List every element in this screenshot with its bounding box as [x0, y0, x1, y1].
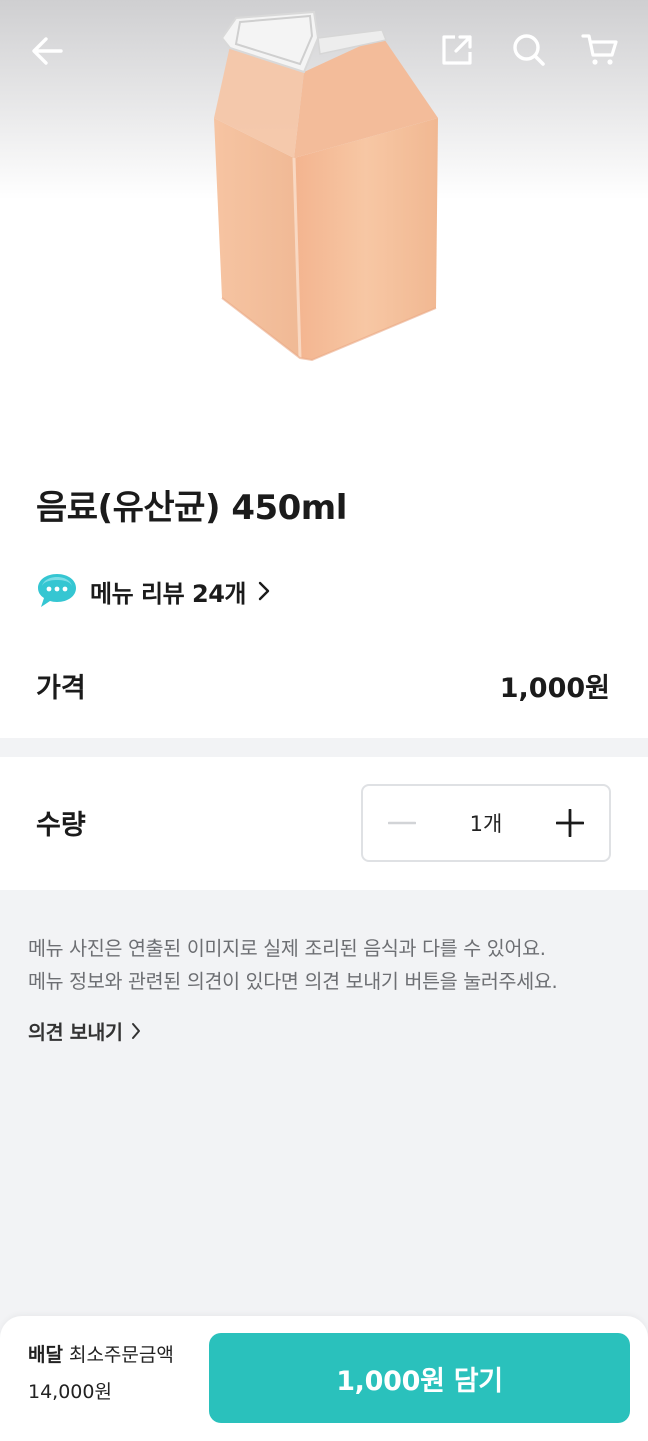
menu-notice: 메뉴 사진은 연출된 이미지로 실제 조리된 음식과 다를 수 있어요. 메뉴 …: [28, 932, 628, 998]
price-value: 1,000원: [499, 673, 610, 704]
top-navigation-bar: [0, 0, 648, 100]
add-to-cart-button[interactable]: 1,000원 담기: [209, 1333, 630, 1423]
minus-icon: [388, 821, 416, 825]
quantity-stepper: 1개: [361, 784, 611, 862]
min-order-value: 14,000원: [28, 1381, 112, 1403]
chat-bubble-icon: [38, 574, 76, 607]
arrow-left-icon: [32, 37, 63, 65]
decrease-button[interactable]: [363, 786, 441, 860]
search-button[interactable]: [504, 25, 554, 75]
chevron-right-icon: [258, 581, 270, 601]
share-icon: [442, 35, 472, 65]
min-order-label: 최소주문금액: [68, 1344, 174, 1366]
minimum-order-info: 배달 최소주문금액 14,000원: [28, 1340, 174, 1404]
product-title: 음료(유산균) 450ml: [36, 488, 347, 528]
quantity-section: 수량 1개: [0, 757, 648, 890]
quantity-label: 수량: [36, 810, 86, 841]
notice-line-1: 메뉴 사진은 연출된 이미지로 실제 조리된 음식과 다를 수 있어요.: [28, 937, 546, 960]
delivery-label: 배달: [28, 1344, 63, 1366]
quantity-value: 1개: [469, 812, 503, 836]
min-order-line: 배달 최소주문금액: [28, 1340, 174, 1367]
back-button[interactable]: [22, 26, 72, 76]
increase-button[interactable]: [531, 786, 609, 860]
menu-review-link[interactable]: 메뉴 리뷰 24개: [36, 570, 270, 612]
price-label: 가격: [36, 673, 86, 704]
cart-icon: [581, 34, 618, 65]
search-icon: [513, 34, 545, 66]
send-feedback-link[interactable]: 의견 보내기: [28, 1016, 141, 1045]
share-button[interactable]: [432, 25, 482, 75]
send-feedback-label: 의견 보내기: [28, 1021, 123, 1044]
bottom-order-bar: 배달 최소주문금액 14,000원 1,000원 담기: [0, 1316, 648, 1441]
product-info-section: 음료(유산균) 450ml 메뉴 리뷰 24개 가격 1,000원: [0, 420, 648, 738]
cart-button[interactable]: [575, 25, 625, 75]
notice-line-2: 메뉴 정보와 관련된 의견이 있다면 의견 보내기 버튼을 눌러주세요.: [28, 970, 558, 993]
menu-review-label: 메뉴 리뷰 24개: [90, 579, 247, 608]
plus-icon: [556, 809, 584, 837]
price-row: 가격 1,000원: [36, 666, 610, 705]
add-to-cart-label: 1,000원 담기: [336, 1365, 503, 1397]
product-hero: [0, 0, 648, 420]
chevron-right-icon: [131, 1022, 140, 1039]
